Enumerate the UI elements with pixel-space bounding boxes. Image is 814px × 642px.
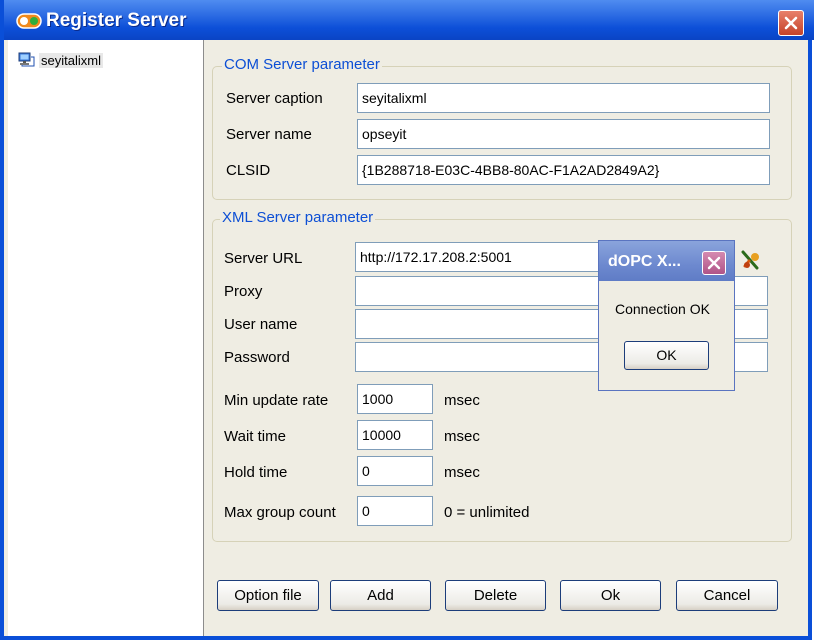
clsid-label: CLSID [226,162,271,179]
title-bar[interactable]: Register Server [4,0,814,40]
computer-network-icon [18,52,35,67]
connection-dialog: dOPC X... Connection OK OK [598,240,735,391]
password-label: Password [224,349,290,366]
register-server-window: Register Server seyitalixml COM Server p… [0,0,814,640]
hold-time-unit: msec [444,464,480,481]
wait-time-label: Wait time [224,428,286,445]
close-icon [784,16,798,30]
max-group-count-input[interactable] [357,496,433,526]
wait-time-unit: msec [444,428,480,445]
server-tree[interactable]: seyitalixml [8,40,204,636]
close-icon [707,256,721,270]
cancel-button[interactable]: Cancel [676,580,778,611]
dialog-title: dOPC X... [608,253,681,270]
delete-button[interactable]: Delete [445,580,546,611]
com-server-legend: COM Server parameter [222,56,382,73]
xml-server-legend: XML Server parameter [220,209,376,226]
hold-time-input[interactable] [357,456,433,486]
min-update-rate-input[interactable] [357,384,433,414]
add-button[interactable]: Add [330,580,431,611]
dialog-message: Connection OK [615,301,710,317]
min-update-rate-label: Min update rate [224,392,329,409]
clsid-input[interactable] [357,155,770,185]
tree-item-seyitalixml[interactable]: seyitalixml [18,50,103,70]
dialog-ok-button[interactable]: OK [624,341,709,370]
window-close-button[interactable] [778,10,804,36]
server-caption-label: Server caption [226,90,323,107]
server-url-label: Server URL [224,250,303,267]
max-group-count-label: Max group count [224,504,336,521]
proxy-label: Proxy [224,283,263,300]
connect-plug-icon[interactable] [739,249,763,271]
wait-time-input[interactable] [357,420,433,450]
tree-item-label: seyitalixml [39,52,103,68]
max-group-count-note: 0 = unlimited [444,504,530,521]
app-icon [16,13,42,29]
dialog-title-bar[interactable]: dOPC X... [599,241,734,281]
option-file-button[interactable]: Option file [217,580,319,611]
dialog-close-button[interactable] [702,251,726,275]
server-caption-input[interactable] [357,83,770,113]
window-title: Register Server [46,10,187,31]
server-name-input[interactable] [357,119,770,149]
user-name-label: User name [224,316,298,333]
server-name-label: Server name [226,126,312,143]
min-update-rate-unit: msec [444,392,480,409]
hold-time-label: Hold time [224,464,288,481]
ok-button[interactable]: Ok [560,580,661,611]
